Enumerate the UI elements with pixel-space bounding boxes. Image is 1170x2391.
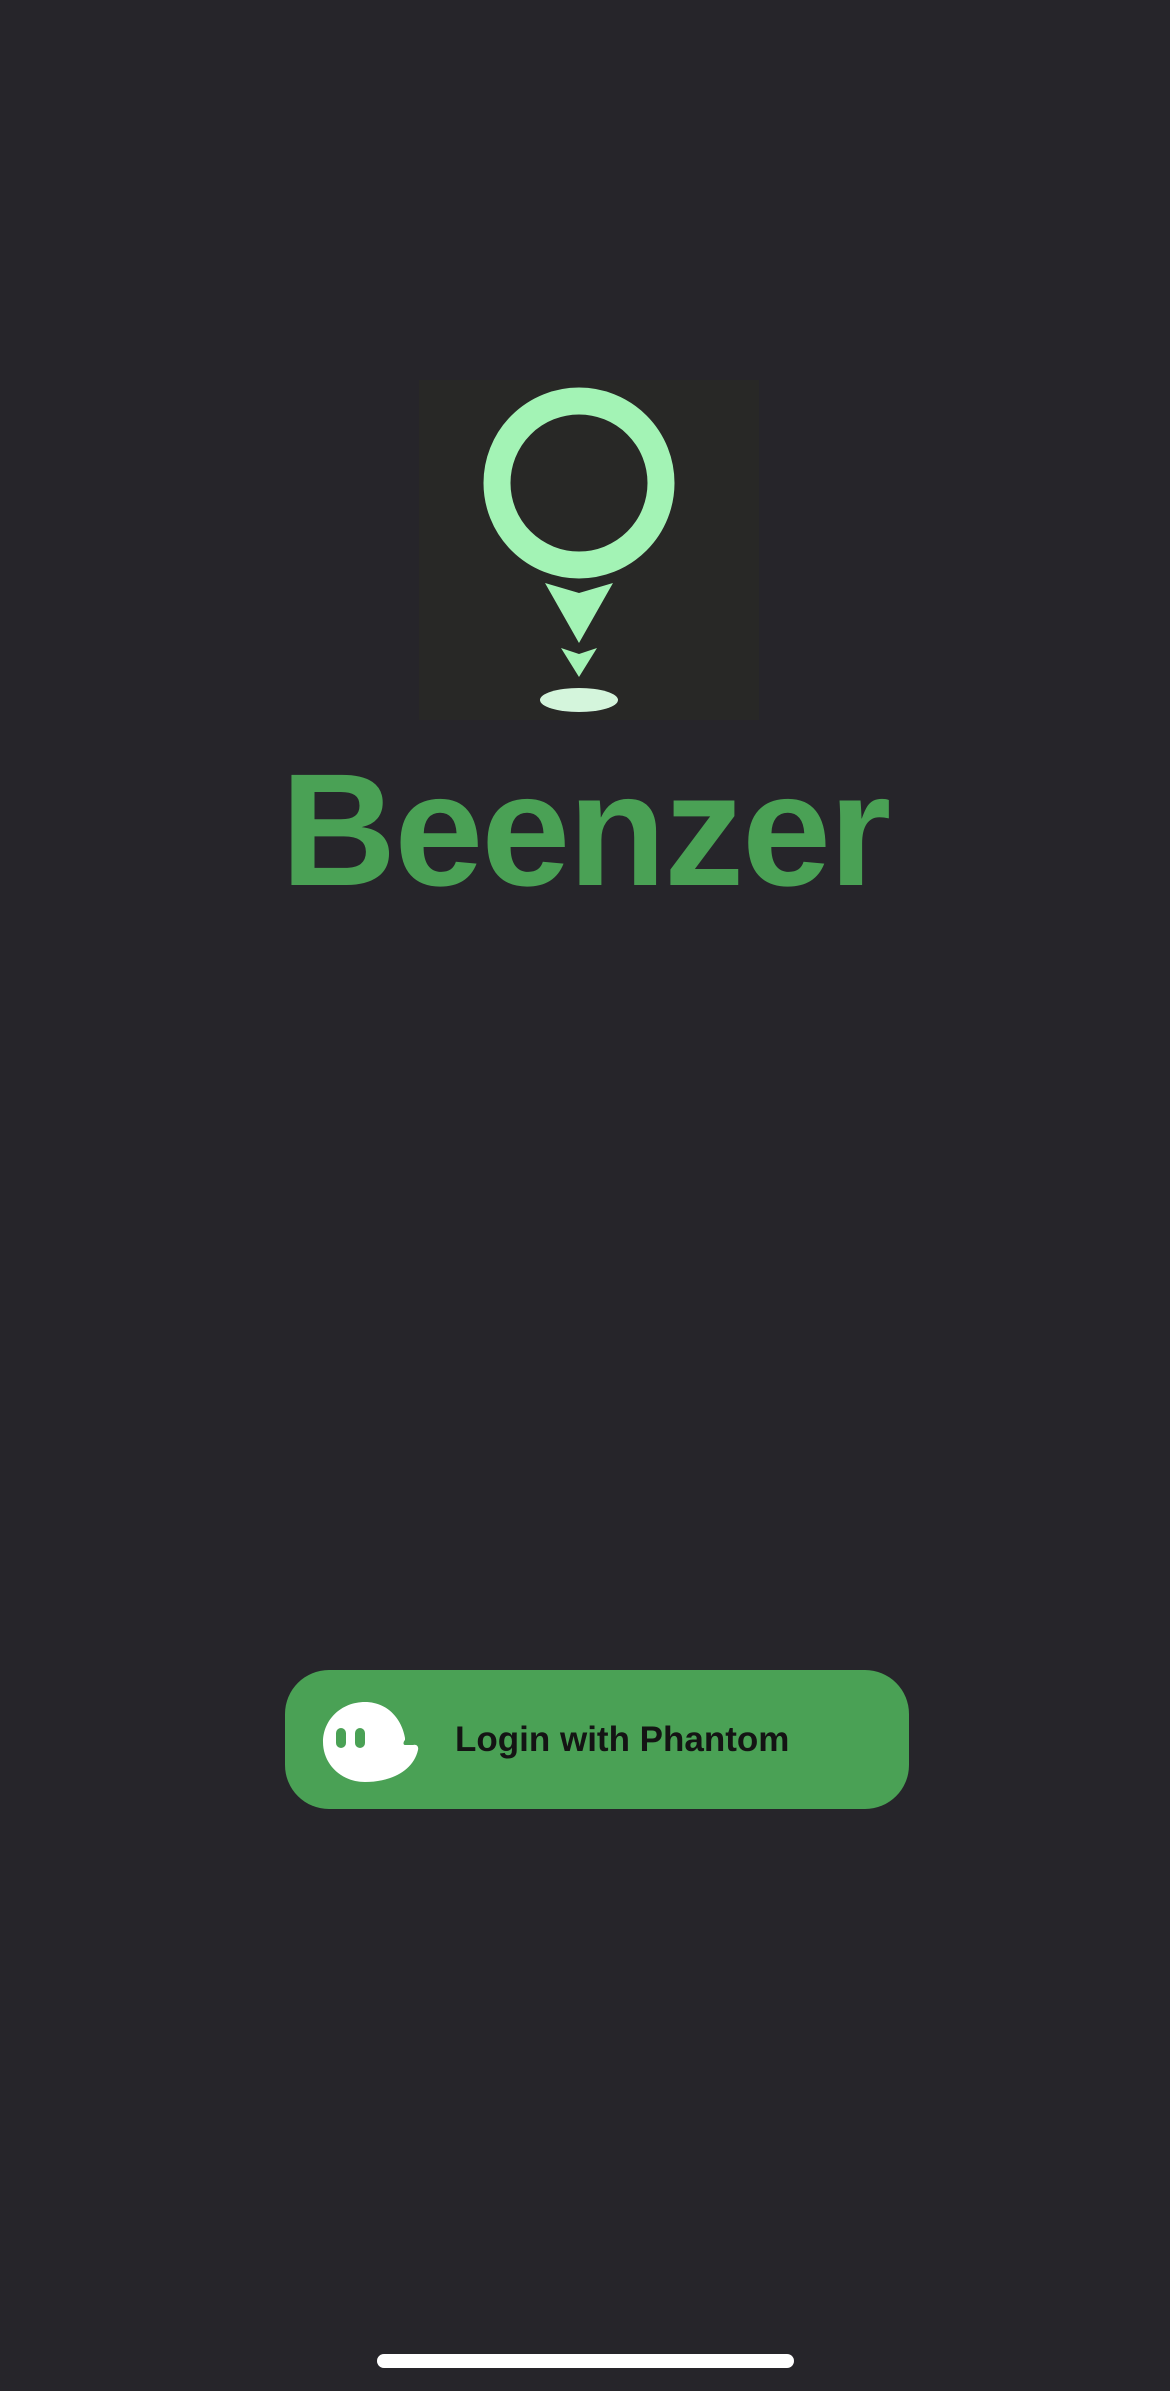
login-with-phantom-button[interactable]: Login with Phantom [285, 1670, 909, 1809]
login-button-label: Login with Phantom [455, 1720, 790, 1759]
login-screen: Beenzer Login with Phantom [0, 0, 1170, 2391]
app-title: Beenzer [280, 740, 892, 919]
home-indicator[interactable] [377, 2354, 794, 2368]
app-logo [419, 380, 759, 720]
phantom-ghost-icon [321, 1700, 421, 1784]
location-pin-icon [483, 387, 675, 712]
